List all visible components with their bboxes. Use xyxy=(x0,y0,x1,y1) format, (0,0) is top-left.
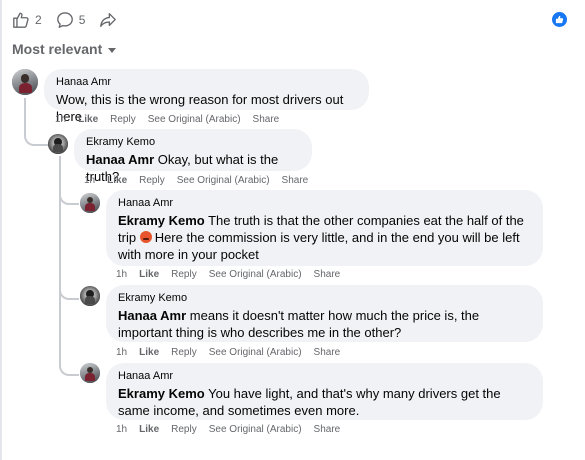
like-count: 2 xyxy=(35,13,42,27)
comment-actions: 1h Like Reply See Original (Arabic) Shar… xyxy=(55,112,291,126)
thread-connector xyxy=(59,187,79,205)
share-link[interactable]: Share xyxy=(314,424,341,435)
avatar[interactable] xyxy=(80,286,100,306)
share-icon xyxy=(100,13,117,27)
like-action[interactable]: 2 xyxy=(12,11,42,29)
comment-time[interactable]: 1h xyxy=(116,424,127,435)
share-link[interactable]: Share xyxy=(314,269,341,280)
mention-link[interactable]: Ekramy Kemo xyxy=(118,386,205,401)
comment-author[interactable]: Hanaa Amr xyxy=(56,76,357,89)
comment-bubble: Hanaa Amr Wow, this is the wrong reason … xyxy=(44,69,369,124)
comment-icon xyxy=(56,12,73,28)
comment-actions: 1h Like Reply See Original (Arabic) Shar… xyxy=(84,173,320,187)
avatar[interactable] xyxy=(12,69,38,95)
comment-time[interactable]: 1h xyxy=(55,114,66,125)
mention-link[interactable]: Hanaa Amr xyxy=(118,308,186,323)
comment-actions: 1h Like Reply See Original (Arabic) Shar… xyxy=(116,267,352,281)
avatar[interactable] xyxy=(80,363,100,383)
comment-action[interactable]: 5 xyxy=(56,11,86,29)
comment-author[interactable]: Ekramy Kemo xyxy=(118,292,531,305)
comment-count: 5 xyxy=(78,13,86,27)
comment-time[interactable]: 1h xyxy=(116,347,127,358)
see-original-link[interactable]: See Original (Arabic) xyxy=(209,269,302,280)
comment-time[interactable]: 1h xyxy=(116,269,127,280)
see-original-link[interactable]: See Original (Arabic) xyxy=(148,114,241,125)
avatar[interactable] xyxy=(48,134,68,154)
reaction-bar: 2 5 xyxy=(12,8,131,32)
share-link[interactable]: Share xyxy=(253,114,280,125)
reply-link[interactable]: Reply xyxy=(171,424,197,435)
avatar[interactable] xyxy=(80,193,100,213)
mention-link[interactable]: Ekramy Kemo xyxy=(118,213,205,228)
reply-link[interactable]: Reply xyxy=(171,347,197,358)
comment-time[interactable]: 1h xyxy=(84,175,95,186)
comment-author[interactable]: Hanaa Amr xyxy=(118,370,531,383)
like-link[interactable]: Like xyxy=(139,347,159,358)
comment-text: Ekramy Kemo The truth is that the other … xyxy=(118,212,531,263)
like-link[interactable]: Like xyxy=(78,114,98,125)
thread-connector xyxy=(59,352,79,376)
comment-actions: 1h Like Reply See Original (Arabic) Shar… xyxy=(116,422,352,436)
like-link[interactable]: Like xyxy=(139,424,159,435)
comment-bubble: Ekramy Kemo Hanaa Amr Okay, but what is … xyxy=(74,129,312,184)
like-link[interactable]: Like xyxy=(107,175,127,186)
comment-author[interactable]: Ekramy Kemo xyxy=(86,136,300,149)
thumbs-up-icon xyxy=(13,12,29,28)
comment-bubble: Hanaa Amr Ekramy Kemo The truth is that … xyxy=(106,190,543,266)
comment-bubble: Ekramy Kemo Hanaa Amr means it doesn't m… xyxy=(106,285,543,342)
comment-body-continued: Here the commission is very little, and … xyxy=(118,230,520,262)
sort-dropdown[interactable]: Most relevant xyxy=(12,41,117,57)
comment-text: Ekramy Kemo You have light, and that's w… xyxy=(118,385,531,419)
see-original-link[interactable]: See Original (Arabic) xyxy=(209,424,302,435)
share-link[interactable]: Share xyxy=(314,347,341,358)
facebook-like-badge-icon xyxy=(552,12,567,27)
thread-connector xyxy=(24,124,48,146)
caret-down-icon xyxy=(108,47,117,53)
thread-line xyxy=(59,156,61,352)
share-action[interactable] xyxy=(99,11,117,29)
thread-connector xyxy=(59,282,79,300)
comment-text: Hanaa Amr means it doesn't matter how mu… xyxy=(118,307,531,341)
reply-link[interactable]: Reply xyxy=(139,175,165,186)
reply-link[interactable]: Reply xyxy=(171,269,197,280)
reply-link[interactable]: Reply xyxy=(110,114,136,125)
thread-line xyxy=(24,98,26,126)
see-original-link[interactable]: See Original (Arabic) xyxy=(209,347,302,358)
left-border xyxy=(0,0,2,460)
angry-face-emoji-icon xyxy=(139,231,152,243)
like-link[interactable]: Like xyxy=(139,269,159,280)
mention-link[interactable]: Hanaa Amr xyxy=(86,152,154,167)
share-link[interactable]: Share xyxy=(282,175,309,186)
comment-bubble: Hanaa Amr Ekramy Kemo You have light, an… xyxy=(106,363,543,420)
comment-author[interactable]: Hanaa Amr xyxy=(118,197,531,210)
comment-actions: 1h Like Reply See Original (Arabic) Shar… xyxy=(116,345,352,359)
see-original-link[interactable]: See Original (Arabic) xyxy=(177,175,270,186)
sort-label: Most relevant xyxy=(12,41,103,57)
